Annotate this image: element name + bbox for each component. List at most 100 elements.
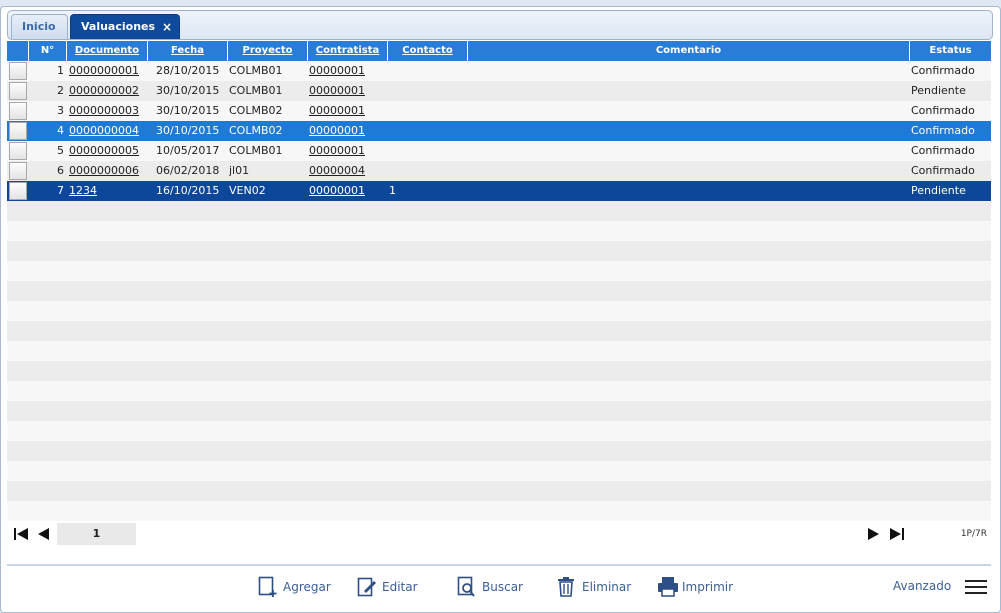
imprimir-label: Imprimir xyxy=(682,580,734,594)
cell-documento[interactable]: 0000000006 xyxy=(69,161,147,181)
cell-n: 5 xyxy=(57,144,64,157)
cell-contratista[interactable]: 00000001 xyxy=(309,81,387,101)
cell-estatus: Pendiente xyxy=(911,84,966,97)
agregar-label: Agregar xyxy=(283,580,331,594)
header-contacto[interactable]: Contacto xyxy=(388,41,468,61)
row-checkbox[interactable] xyxy=(9,82,27,100)
row-checkbox[interactable] xyxy=(9,142,27,160)
header-proyecto[interactable]: Proyecto xyxy=(228,41,308,61)
cell-documento[interactable]: 1234 xyxy=(69,181,147,201)
agregar-button[interactable]: Agregar xyxy=(258,576,333,598)
next-page-icon[interactable] xyxy=(865,526,881,542)
cell-contacto xyxy=(389,161,467,181)
row-checkbox[interactable] xyxy=(9,62,27,80)
table-row[interactable]: 7 1234 16/10/2015 VEN02 00000001 1 Pendiente xyxy=(7,181,991,201)
cell-documento[interactable]: 0000000004 xyxy=(69,121,147,141)
cell-proyecto: COLMB02 xyxy=(229,104,283,117)
editar-label: Editar xyxy=(382,580,418,594)
cell-fecha: 30/10/2015 xyxy=(156,124,220,137)
cell-contacto xyxy=(389,101,467,121)
avanzado-label: Avanzado xyxy=(892,579,952,593)
header-contratista[interactable]: Contratista xyxy=(308,41,388,61)
data-grid: N° Documento Fecha Proyecto Contratista … xyxy=(7,41,991,525)
tab-valuaciones-label: Valuaciones xyxy=(81,20,156,33)
cell-proyecto: COLMB02 xyxy=(229,124,283,137)
row-checkbox[interactable] xyxy=(9,122,27,140)
cell-contacto xyxy=(389,121,467,141)
cell-fecha: 16/10/2015 xyxy=(156,184,220,197)
table-row[interactable]: 3 0000000003 30/10/2015 COLMB02 00000001 Conf… xyxy=(7,101,991,121)
cell-comentario xyxy=(469,141,909,161)
header-estatus: Estatus xyxy=(929,45,972,56)
cell-contratista[interactable]: 00000001 xyxy=(309,181,387,201)
cell-proyecto: COLMB01 xyxy=(229,64,283,77)
cell-proyecto: jl01 xyxy=(229,164,250,177)
cell-contratista[interactable]: 00000004 xyxy=(309,161,387,181)
avanzado-button[interactable]: Avanzado xyxy=(893,575,987,597)
cell-contratista[interactable]: 00000001 xyxy=(309,101,387,121)
cell-documento[interactable]: 0000000002 xyxy=(69,81,147,101)
trash-icon xyxy=(558,577,574,597)
cell-fecha: 06/02/2018 xyxy=(156,164,220,177)
cell-estatus: Confirmado xyxy=(911,64,975,77)
cell-contratista[interactable]: 00000001 xyxy=(309,121,387,141)
row-checkbox[interactable] xyxy=(9,102,27,120)
cell-n: 2 xyxy=(57,84,64,97)
edit-icon xyxy=(357,577,376,597)
eliminar-button[interactable]: Eliminar xyxy=(557,576,635,598)
cell-fecha: 28/10/2015 xyxy=(156,64,220,77)
page-info: 1P/7R xyxy=(960,529,987,539)
cell-contacto xyxy=(389,81,467,101)
cell-estatus: Confirmado xyxy=(911,164,975,177)
header-fecha[interactable]: Fecha xyxy=(148,41,228,61)
cell-estatus: Confirmado xyxy=(911,144,975,157)
cell-fecha: 10/05/2017 xyxy=(156,144,220,157)
header-comentario: Comentario xyxy=(468,41,910,61)
cell-contacto: 1 xyxy=(389,184,396,197)
cell-estatus: Confirmado xyxy=(911,124,975,137)
buscar-label: Buscar xyxy=(482,580,523,594)
cell-contacto xyxy=(389,61,467,81)
cell-comentario xyxy=(469,181,909,201)
table-row[interactable]: 5 0000000005 10/05/2017 COLMB01 00000001 Conf… xyxy=(7,141,991,161)
cell-comentario xyxy=(469,101,909,121)
printer-icon xyxy=(658,577,678,597)
cell-estatus: Pendiente xyxy=(911,184,966,197)
first-page-icon[interactable] xyxy=(13,526,29,542)
cell-contratista[interactable]: 00000001 xyxy=(309,141,387,161)
imprimir-button[interactable]: Imprimir xyxy=(657,576,739,598)
tab-inicio-label: Inicio xyxy=(22,20,56,33)
tab-bar: Inicio Valuaciones × xyxy=(7,10,993,40)
cell-documento[interactable]: 0000000005 xyxy=(69,141,147,161)
editar-button[interactable]: Editar xyxy=(357,576,422,598)
menu-icon xyxy=(965,579,987,594)
cell-comentario xyxy=(469,81,909,101)
row-checkbox[interactable] xyxy=(9,182,27,200)
buscar-button[interactable]: Buscar xyxy=(457,576,527,598)
table-row[interactable]: 1 0000000001 28/10/2015 COLMB01 00000001 Conf… xyxy=(7,61,991,81)
close-icon[interactable]: × xyxy=(162,15,172,39)
cell-proyecto: COLMB01 xyxy=(229,144,283,157)
header-n: N° xyxy=(29,41,67,61)
table-row[interactable]: 2 0000000002 30/10/2015 COLMB01 00000001 Pend… xyxy=(7,81,991,101)
table-row[interactable]: 4 0000000004 30/10/2015 COLMB02 00000001 Conf… xyxy=(7,121,991,141)
row-checkbox[interactable] xyxy=(9,162,27,180)
cell-proyecto: COLMB01 xyxy=(229,84,283,97)
tab-valuaciones[interactable]: Valuaciones × xyxy=(70,14,180,39)
cell-n: 7 xyxy=(57,184,64,197)
cell-documento[interactable]: 0000000003 xyxy=(69,101,147,121)
search-document-icon xyxy=(457,576,475,597)
cell-n: 3 xyxy=(57,104,64,117)
header-documento[interactable]: Documento xyxy=(67,41,148,61)
prev-page-icon[interactable] xyxy=(36,526,52,542)
cell-n: 6 xyxy=(57,164,64,177)
cell-n: 1 xyxy=(57,64,64,77)
last-page-icon[interactable] xyxy=(889,526,905,542)
table-row[interactable]: 6 0000000006 06/02/2018 jl01 00000004 Confirm… xyxy=(7,161,991,181)
tab-inicio[interactable]: Inicio xyxy=(11,14,68,39)
cell-documento[interactable]: 0000000001 xyxy=(69,61,147,81)
pagination-bar: 1 1P/7R xyxy=(7,521,991,547)
header-select xyxy=(7,41,29,61)
cell-contratista[interactable]: 00000001 xyxy=(309,61,387,81)
page-number: 1 xyxy=(57,523,136,545)
